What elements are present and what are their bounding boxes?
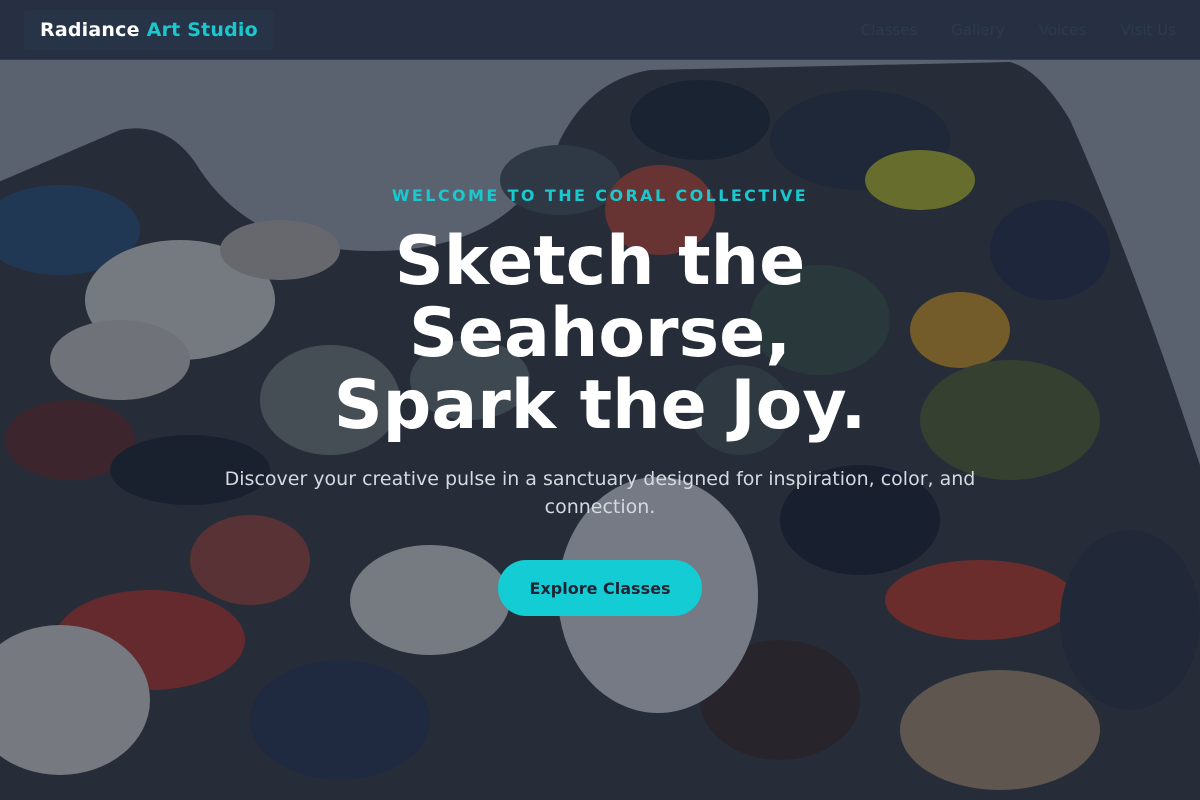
hero-headline: Sketch the Seahorse, Spark the Joy.	[0, 226, 1200, 442]
hero-subtext: Discover your creative pulse in a sanctu…	[224, 468, 976, 518]
hero-headline-line: Spark the Joy.	[333, 366, 867, 445]
hero-section: WELCOME TO THE CORAL COLLECTIVE Sketch t…	[0, 0, 1200, 800]
hero-headline-line: Seahorse,	[408, 294, 792, 373]
hero-eyebrow: WELCOME TO THE CORAL COLLECTIVE	[391, 186, 809, 205]
explore-classes-button[interactable]: Explore Classes	[498, 560, 702, 616]
hero-headline-line: Sketch the	[394, 222, 806, 301]
